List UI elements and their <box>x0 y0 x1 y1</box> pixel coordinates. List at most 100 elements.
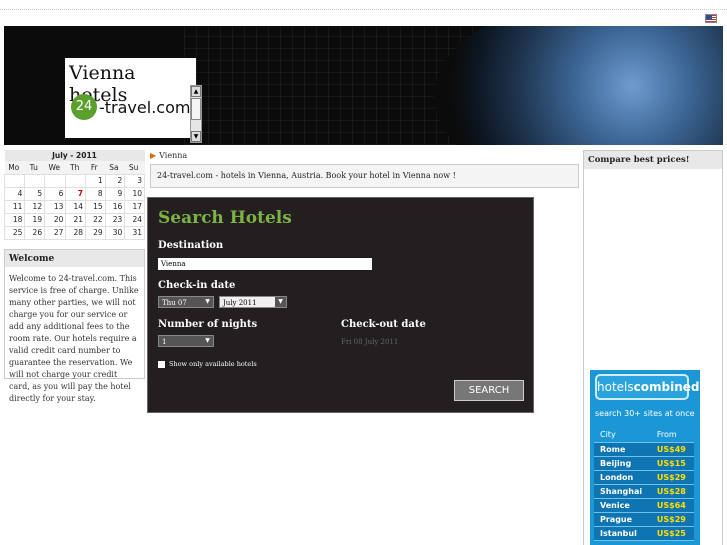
calendar-week: 18 19 20 21 22 23 24 <box>3 212 145 227</box>
calendar-day[interactable]: 3 <box>124 173 145 188</box>
chevron-down-icon: ▼ <box>275 297 286 307</box>
col-city: City <box>594 428 651 443</box>
city-price: US$28 <box>650 484 694 499</box>
calendar-day[interactable]: 20 <box>44 212 67 227</box>
available-only-toggle[interactable]: Show only available hotels <box>158 360 257 368</box>
city-price: US$29 <box>650 470 694 485</box>
price-row[interactable]: Shanghai US$28 <box>594 484 694 499</box>
calendar-day[interactable]: 5 <box>24 186 46 201</box>
city-price: US$15 <box>650 456 694 471</box>
price-row[interactable]: Venice US$64 <box>594 498 694 513</box>
calendar-day <box>44 173 67 188</box>
hotelscombined-widget[interactable]: hotelscombined search 30+ sites at once … <box>590 370 700 545</box>
calendar-weekday: Sa <box>105 161 125 174</box>
nights-select[interactable]: 1 ▼ <box>158 335 214 347</box>
breadcrumb-item[interactable]: Vienna <box>159 151 187 160</box>
nights-label: Number of nights <box>158 319 258 330</box>
calendar-week: 123 <box>3 173 145 188</box>
calendar-day[interactable]: 24 <box>124 212 145 227</box>
calendar-day <box>3 173 26 188</box>
city-price: US$29 <box>650 512 694 527</box>
calendar-week: 11 12 13 14 15 16 17 <box>3 199 145 214</box>
calendar-day[interactable]: 10 <box>124 186 145 201</box>
calendar-week: 4 5 6 7 8 9 10 <box>3 186 145 201</box>
scroll-down-arrow-icon[interactable]: ▼ <box>191 131 201 142</box>
calendar: July - 2011 Mo Tu We Th Fr Sa Su 1 2 3 4 5 6 7 8 9 10 11… <box>3 150 145 240</box>
price-row[interactable]: London US$29 <box>594 470 694 485</box>
price-row[interactable]: Beijing US$15 <box>594 456 694 471</box>
available-checkbox[interactable] <box>158 360 165 368</box>
destination-input[interactable]: Vienna <box>158 258 372 270</box>
calendar-day[interactable]: 25 <box>3 225 26 240</box>
scroll-up-arrow-icon[interactable]: ▲ <box>191 86 201 97</box>
scroll-thumb[interactable] <box>191 98 201 120</box>
city-name[interactable]: Istanbul <box>594 526 651 541</box>
hotelscombined-logo[interactable]: hotelscombined <box>595 374 699 400</box>
city-price: US$25 <box>650 526 694 541</box>
calendar-day[interactable]: 4 <box>3 186 26 201</box>
checkin-month-select[interactable]: July 2011 ▼ <box>219 296 287 308</box>
calendar-day[interactable]: 1 <box>85 173 106 188</box>
calendar-month: July - 2011 <box>4 150 145 161</box>
city-name[interactable]: London <box>594 470 651 485</box>
calendar-day[interactable]: 6 <box>44 186 67 201</box>
calendar-weekday: Th <box>65 161 86 174</box>
calendar-day[interactable]: 17 <box>124 199 145 214</box>
calendar-day[interactable]: 31 <box>124 225 145 240</box>
city-name[interactable]: Prague <box>594 512 651 527</box>
welcome-panel: Welcome Welcome to 24-travel.com. This s… <box>4 249 145 403</box>
calendar-day[interactable]: 26 <box>24 225 46 240</box>
hotelscombined-tagline: search 30+ sites at once <box>595 409 695 418</box>
calendar-day[interactable]: 16 <box>104 199 126 214</box>
calendar-day[interactable]: 12 <box>24 199 46 214</box>
calendar-weekday: Mo <box>4 161 25 174</box>
search-panel: Search Hotels Destination Vienna Check-i… <box>147 197 534 413</box>
search-title: Search Hotels <box>158 208 292 228</box>
welcome-text: Welcome to 24-travel.com. This service i… <box>9 274 139 403</box>
top-strip <box>0 0 727 10</box>
calendar-day <box>65 173 87 188</box>
checkout-label: Check-out date <box>341 319 426 330</box>
calendar-day[interactable]: 9 <box>104 186 126 201</box>
us-flag-icon[interactable] <box>705 14 717 23</box>
breadcrumb: ▶ Vienna <box>150 151 187 160</box>
calendar-day[interactable]: 19 <box>24 212 46 227</box>
price-row[interactable]: Istanbul US$25 <box>594 526 694 541</box>
calendar-day[interactable]: 2 <box>104 173 126 188</box>
calendar-day[interactable]: 13 <box>44 199 67 214</box>
brand-name: 24 -travel.com <box>71 94 190 120</box>
calendar-day[interactable]: 14 <box>65 199 87 214</box>
calendar-day[interactable]: 23 <box>104 212 126 227</box>
calendar-day[interactable]: 18 <box>3 212 26 227</box>
welcome-title: Welcome <box>5 250 144 267</box>
available-label: Show only available hotels <box>169 360 257 368</box>
city-name[interactable]: Rome <box>594 442 651 457</box>
brand-number-badge: 24 <box>71 94 97 120</box>
calendar-day[interactable]: 11 <box>3 199 26 214</box>
city-name[interactable]: Venice <box>594 498 651 513</box>
price-row[interactable]: Prague US$29 <box>594 512 694 527</box>
checkin-day-select[interactable]: Thu 07 ▼ <box>158 296 214 308</box>
search-button[interactable]: SEARCH <box>454 380 524 401</box>
site-logo[interactable]: Vienna hotels 24 -travel.com <box>65 58 196 138</box>
brand-text: -travel.com <box>99 97 191 117</box>
calendar-day[interactable]: 21 <box>65 212 87 227</box>
calendar-day[interactable]: 22 <box>85 212 106 227</box>
calendar-day[interactable]: 8 <box>85 186 106 201</box>
calendar-day[interactable]: 29 <box>85 225 106 240</box>
checkin-label: Check-in date <box>158 280 236 291</box>
calendar-week: 25 26 27 28 29 30 31 <box>3 225 145 240</box>
calendar-day[interactable]: 7 <box>65 186 87 201</box>
header-scrollbar[interactable]: ▲ ▼ <box>190 85 202 143</box>
calendar-day[interactable]: 30 <box>104 225 126 240</box>
price-row[interactable]: Rome US$49 <box>594 442 694 457</box>
calendar-day[interactable]: 28 <box>65 225 87 240</box>
city-name[interactable]: Shanghai <box>594 484 651 499</box>
calendar-weekday: We <box>44 161 66 174</box>
calendar-day[interactable]: 15 <box>85 199 106 214</box>
city-price: US$64 <box>650 498 694 513</box>
calendar-day[interactable]: 27 <box>44 225 67 240</box>
logo-part-b: combined <box>633 380 700 394</box>
city-name[interactable]: Beijing <box>594 456 651 471</box>
calendar-weekday: Fr <box>85 161 106 174</box>
